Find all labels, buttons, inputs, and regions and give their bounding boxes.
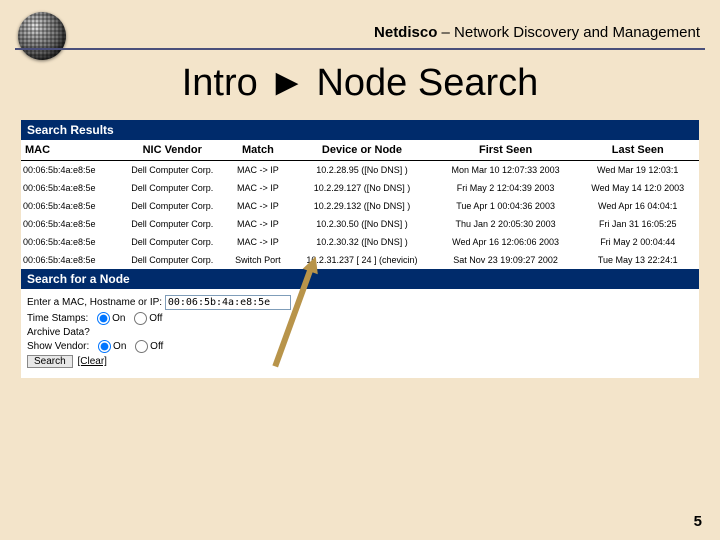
cell-last: Wed Apr 16 04:04:1 bbox=[576, 197, 699, 215]
cell-vendor: Dell Computer Corp. bbox=[118, 215, 227, 233]
search-node-header: Search for a Node bbox=[21, 269, 699, 289]
cell-first: Fri May 2 12:04:39 2003 bbox=[435, 179, 577, 197]
table-row: 00:06:5b:4a:e8:5eDell Computer Corp.MAC … bbox=[21, 179, 699, 197]
cell-vendor: Dell Computer Corp. bbox=[118, 251, 227, 269]
vendor-label: Show Vendor: bbox=[27, 341, 89, 352]
cell-vendor: Dell Computer Corp. bbox=[118, 197, 227, 215]
col-last: Last Seen bbox=[576, 140, 699, 161]
cell-match: MAC -> IP bbox=[227, 233, 290, 251]
timestamps-label: Time Stamps: bbox=[27, 313, 88, 324]
cell-first: Mon Mar 10 12:07:33 2003 bbox=[435, 161, 577, 180]
cell-vendor: Dell Computer Corp. bbox=[118, 161, 227, 180]
cell-mac: 00:06:5b:4a:e8:5e bbox=[21, 215, 118, 233]
content-panel: Search Results MAC NIC Vendor Match Devi… bbox=[21, 120, 699, 378]
search-form: Enter a MAC, Hostname or IP: Time Stamps… bbox=[21, 289, 699, 378]
archive-label: Archive Data? bbox=[27, 327, 90, 338]
timestamps-off-radio[interactable] bbox=[134, 312, 147, 325]
col-mac: MAC bbox=[21, 140, 118, 161]
cell-mac: 00:06:5b:4a:e8:5e bbox=[21, 251, 118, 269]
cell-first: Wed Apr 16 12:06:06 2003 bbox=[435, 233, 577, 251]
col-match: Match bbox=[227, 140, 290, 161]
header-divider bbox=[15, 48, 705, 50]
cell-first: Tue Apr 1 00:04:36 2003 bbox=[435, 197, 577, 215]
on-label-1: On bbox=[112, 313, 125, 324]
cell-mac: 00:06:5b:4a:e8:5e bbox=[21, 179, 118, 197]
search-results-header: Search Results bbox=[21, 120, 699, 140]
cell-node: 10.2.30.50 ([No DNS] ) bbox=[289, 215, 435, 233]
cell-node: 10.2.30.32 ([No DNS] ) bbox=[289, 233, 435, 251]
table-row: 00:06:5b:4a:e8:5eDell Computer Corp.MAC … bbox=[21, 161, 699, 180]
cell-node: 10.2.29.132 ([No DNS] ) bbox=[289, 197, 435, 215]
cell-match: Switch Port bbox=[227, 251, 290, 269]
node-input[interactable] bbox=[165, 295, 291, 310]
cell-match: MAC -> IP bbox=[227, 197, 290, 215]
cell-last: Wed Mar 19 12:03:1 bbox=[576, 161, 699, 180]
disco-ball-icon bbox=[18, 12, 66, 60]
timestamps-on-radio[interactable] bbox=[97, 312, 110, 325]
page-title: Intro ► Node Search bbox=[0, 62, 720, 105]
col-first: First Seen bbox=[435, 140, 577, 161]
vendor-on-radio[interactable] bbox=[98, 340, 111, 353]
page-number: 5 bbox=[694, 513, 702, 530]
cell-mac: 00:06:5b:4a:e8:5e bbox=[21, 233, 118, 251]
results-table: MAC NIC Vendor Match Device or Node Firs… bbox=[21, 140, 699, 269]
table-header-row: MAC NIC Vendor Match Device or Node Firs… bbox=[21, 140, 699, 161]
cell-vendor: Dell Computer Corp. bbox=[118, 179, 227, 197]
cell-match: MAC -> IP bbox=[227, 215, 290, 233]
cell-last: Fri May 2 00:04:44 bbox=[576, 233, 699, 251]
col-vendor: NIC Vendor bbox=[118, 140, 227, 161]
col-node: Device or Node bbox=[289, 140, 435, 161]
cell-first: Thu Jan 2 20:05:30 2003 bbox=[435, 215, 577, 233]
cell-node: 10.2.31.237 [ 24 ] (chevicin) bbox=[289, 251, 435, 269]
search-button[interactable]: Search bbox=[27, 355, 73, 368]
tagline: – Network Discovery and Management bbox=[437, 24, 700, 41]
input-prompt: Enter a MAC, Hostname or IP: bbox=[27, 297, 162, 308]
cell-node: 10.2.28.95 ([No DNS] ) bbox=[289, 161, 435, 180]
table-row: 00:06:5b:4a:e8:5eDell Computer Corp.MAC … bbox=[21, 197, 699, 215]
cell-last: Tue May 13 22:24:1 bbox=[576, 251, 699, 269]
table-row: 00:06:5b:4a:e8:5eDell Computer Corp.MAC … bbox=[21, 215, 699, 233]
table-row: 00:06:5b:4a:e8:5eDell Computer Corp.Swit… bbox=[21, 251, 699, 269]
clear-link[interactable]: [Clear] bbox=[77, 356, 106, 367]
header-text: Netdisco – Network Discovery and Managem… bbox=[300, 24, 700, 41]
cell-first: Sat Nov 23 19:09:27 2002 bbox=[435, 251, 577, 269]
brand: Netdisco bbox=[374, 24, 437, 41]
cell-node: 10.2.29.127 ([No DNS] ) bbox=[289, 179, 435, 197]
cell-match: MAC -> IP bbox=[227, 179, 290, 197]
cell-mac: 00:06:5b:4a:e8:5e bbox=[21, 161, 118, 180]
cell-mac: 00:06:5b:4a:e8:5e bbox=[21, 197, 118, 215]
cell-match: MAC -> IP bbox=[227, 161, 290, 180]
vendor-off-radio[interactable] bbox=[135, 340, 148, 353]
off-label-2: Off bbox=[150, 341, 163, 352]
off-label-1: Off bbox=[149, 313, 162, 324]
cell-last: Fri Jan 31 16:05:25 bbox=[576, 215, 699, 233]
cell-last: Wed May 14 12:0 2003 bbox=[576, 179, 699, 197]
table-row: 00:06:5b:4a:e8:5eDell Computer Corp.MAC … bbox=[21, 233, 699, 251]
cell-vendor: Dell Computer Corp. bbox=[118, 233, 227, 251]
on-label-2: On bbox=[113, 341, 126, 352]
